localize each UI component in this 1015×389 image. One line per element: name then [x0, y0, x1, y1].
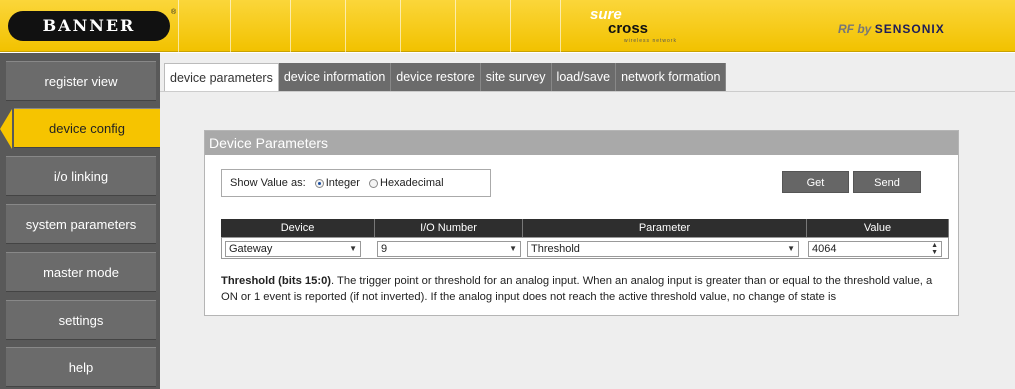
- surecross-tagline: wireless network: [624, 38, 677, 44]
- header-divider: [510, 0, 511, 52]
- surecross-logo: sure cross wireless network: [590, 6, 720, 50]
- rf-by-sensonix-logo: RF by SENSONIX: [838, 22, 945, 36]
- show-value-group: Show Value as: Integer Hexadecimal: [221, 169, 491, 197]
- panel-title: Device Parameters: [205, 131, 958, 155]
- chevron-down-icon: ▼: [349, 244, 357, 253]
- banner-logo: BANNER: [8, 11, 170, 41]
- parameter-select[interactable]: Threshold ▼: [527, 241, 799, 257]
- header-divider: [290, 0, 291, 52]
- get-button[interactable]: Get: [782, 171, 849, 193]
- surecross-cross: cross: [608, 20, 649, 37]
- header-divider: [560, 0, 561, 52]
- device-select-value: Gateway: [229, 243, 273, 255]
- column-header-parameter: Parameter: [523, 219, 807, 237]
- sidebar: register view device config i/o linking …: [0, 53, 160, 389]
- hexadecimal-radio[interactable]: [369, 178, 378, 188]
- parameter-select-value: Threshold: [531, 243, 580, 255]
- chevron-down-icon: ▼: [787, 244, 795, 253]
- header-divider: [178, 0, 179, 52]
- column-header-value: Value: [807, 219, 949, 237]
- sidebar-item-master-mode[interactable]: master mode: [6, 252, 156, 292]
- tab-divider: [160, 91, 1015, 92]
- sidebar-item-system-parameters[interactable]: system parameters: [6, 204, 156, 244]
- description-heading: Threshold (bits 15:0): [221, 275, 332, 287]
- value-stepper[interactable]: 4064 ▲ ▼: [808, 241, 942, 257]
- io-number-select[interactable]: 9 ▼: [377, 241, 521, 257]
- rf-by-text: RF by: [838, 22, 872, 36]
- sidebar-item-io-linking[interactable]: i/o linking: [6, 156, 156, 196]
- header-divider: [345, 0, 346, 52]
- device-select[interactable]: Gateway ▼: [225, 241, 361, 257]
- tab-device-parameters[interactable]: device parameters: [164, 63, 279, 91]
- sidebar-item-settings[interactable]: settings: [6, 300, 156, 340]
- tab-device-information[interactable]: device information: [278, 63, 392, 91]
- sensonix-text: SENSONIX: [874, 22, 945, 36]
- header-divider: [455, 0, 456, 52]
- column-header-device: Device: [221, 219, 375, 237]
- integer-radio-label[interactable]: Integer: [326, 177, 360, 189]
- send-button[interactable]: Send: [853, 171, 921, 193]
- show-value-label: Show Value as:: [230, 177, 306, 189]
- main-content: device parameters device information dev…: [160, 53, 1015, 389]
- sidebar-item-help[interactable]: help: [6, 347, 156, 387]
- tab-device-restore[interactable]: device restore: [391, 63, 481, 91]
- parameter-row: Gateway ▼ 9 ▼ Threshold ▼ 4064 ▲ ▼: [221, 237, 949, 259]
- tab-network-formation[interactable]: network formation: [616, 63, 727, 91]
- io-number-select-value: 9: [381, 243, 388, 255]
- value-stepper-value: 4064: [812, 243, 837, 255]
- header-divider: [400, 0, 401, 52]
- tab-load-save[interactable]: load/save: [551, 63, 617, 91]
- chevron-down-icon: ▼: [509, 244, 517, 253]
- sidebar-item-device-config[interactable]: device config: [0, 108, 160, 149]
- tab-bar: device parameters device information dev…: [164, 63, 727, 91]
- device-parameters-panel: Device Parameters Show Value as: Integer…: [204, 130, 959, 316]
- parameter-description: Threshold (bits 15:0). The trigger point…: [221, 273, 941, 305]
- hexadecimal-radio-label[interactable]: Hexadecimal: [380, 177, 444, 189]
- column-header-io-number: I/O Number: [375, 219, 523, 237]
- registered-mark: ®: [171, 9, 177, 16]
- tab-site-survey[interactable]: site survey: [480, 63, 552, 91]
- header-divider: [230, 0, 231, 52]
- integer-radio[interactable]: [314, 178, 324, 188]
- stepper-arrows-icon[interactable]: ▲ ▼: [931, 242, 938, 256]
- sidebar-item-register-view[interactable]: register view: [6, 61, 156, 101]
- app-header: BANNER ® sure cross wireless network RF …: [0, 0, 1015, 52]
